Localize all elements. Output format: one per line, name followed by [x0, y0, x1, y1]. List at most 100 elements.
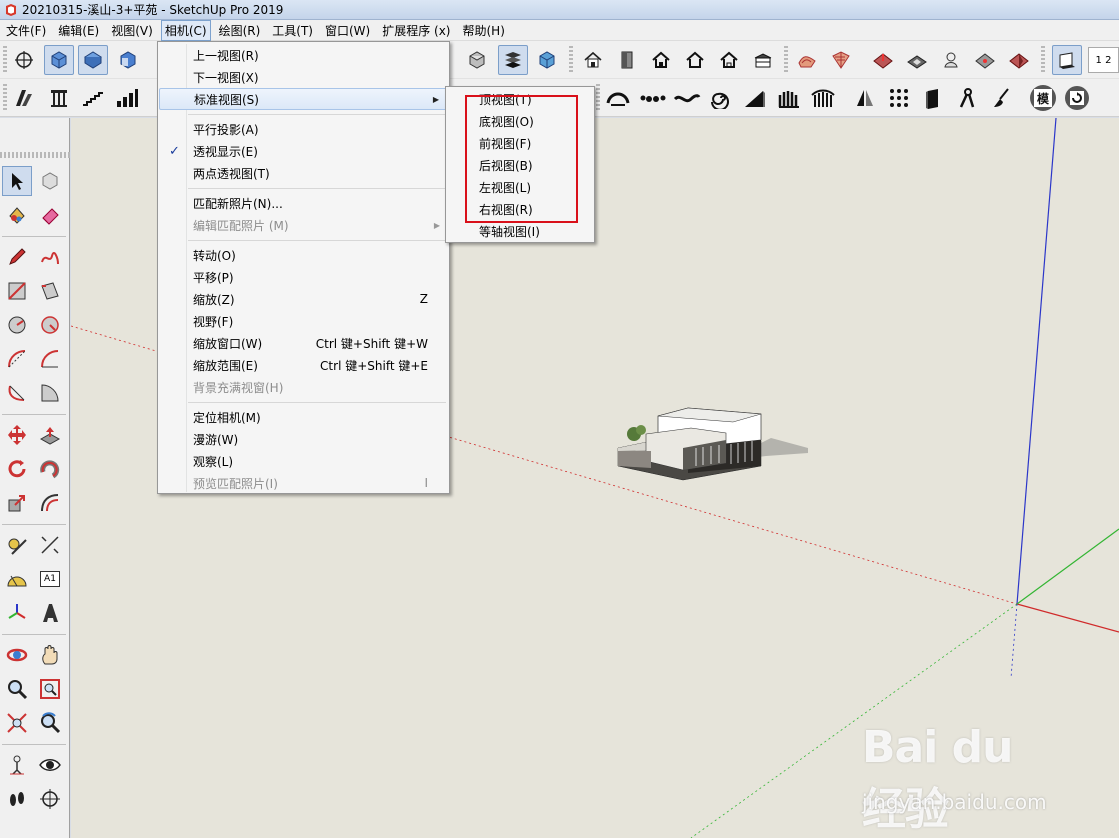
mirror-icon[interactable]	[850, 83, 880, 113]
zoom-extents-icon[interactable]	[2, 708, 32, 738]
toolbar-grip[interactable]	[3, 46, 7, 74]
panel-icon[interactable]	[918, 83, 948, 113]
house-icon[interactable]	[578, 45, 608, 75]
follow-me-icon[interactable]	[35, 454, 65, 484]
menu-item-next-view[interactable]: 下一视图(X)	[159, 66, 448, 88]
menu-item-zoom-to-photo[interactable]: 背景充满视窗(H)	[159, 376, 448, 398]
grid-icon[interactable]	[826, 45, 856, 75]
paint-bucket-icon[interactable]	[2, 200, 32, 230]
top-view-icon[interactable]	[78, 45, 108, 75]
cycle-icon[interactable]	[1062, 83, 1092, 113]
walk-icon[interactable]	[2, 784, 32, 814]
previous-icon[interactable]	[35, 708, 65, 738]
freehand-icon[interactable]	[35, 242, 65, 272]
component-icon[interactable]	[35, 166, 65, 196]
compass-icon[interactable]	[952, 83, 982, 113]
sandbox-icon[interactable]	[792, 45, 822, 75]
rotated-rect-icon[interactable]	[35, 276, 65, 306]
menu-file[interactable]: 文件(F)	[2, 20, 50, 41]
bars-icon[interactable]	[112, 83, 142, 113]
model-button[interactable]: 模	[1028, 83, 1058, 113]
orbit-icon[interactable]	[2, 640, 32, 670]
menu-tools[interactable]: 工具(T)	[268, 20, 317, 41]
menu-item-perspective[interactable]: ✓ 透视显示(E)	[159, 140, 448, 162]
pencil-icon[interactable]	[2, 242, 32, 272]
toolbar-grip[interactable]	[596, 84, 600, 112]
stamp-icon[interactable]	[902, 45, 932, 75]
menu-item-previous-view[interactable]: 上一视图(R)	[159, 44, 448, 66]
house-small-icon[interactable]	[680, 45, 710, 75]
arc-icon[interactable]	[2, 344, 32, 374]
scale-icon[interactable]	[2, 488, 32, 518]
shadow-icon[interactable]	[1004, 45, 1034, 75]
pie-icon[interactable]	[35, 378, 65, 408]
menu-help[interactable]: 帮助(H)	[458, 20, 508, 41]
page-tabs[interactable]: 1 2	[1088, 47, 1119, 73]
menu-item-zoom[interactable]: 缩放(Z) Z	[159, 288, 448, 310]
box-icon[interactable]	[462, 45, 492, 75]
menu-edit[interactable]: 编辑(E)	[54, 20, 103, 41]
menu-camera[interactable]: 相机(C)	[160, 19, 211, 41]
three-point-arc-icon[interactable]	[2, 378, 32, 408]
brush-icon[interactable]	[986, 83, 1016, 113]
menu-item-parallel-projection[interactable]: 平行投影(A)	[159, 118, 448, 140]
toolbar-grip[interactable]	[784, 46, 788, 74]
menu-draw[interactable]: 绘图(R)	[215, 20, 265, 41]
menu-item-pan[interactable]: 平移(P)	[159, 266, 448, 288]
axes-icon[interactable]	[2, 598, 32, 628]
house-icon[interactable]	[714, 45, 744, 75]
menu-item-preview-matched-photo[interactable]: 预览匹配照片(I) I	[159, 472, 448, 494]
rail-icon[interactable]	[808, 83, 838, 113]
position-camera-icon[interactable]	[2, 750, 32, 780]
front-view-icon[interactable]	[113, 45, 143, 75]
arc-icon[interactable]	[603, 83, 633, 113]
text-icon[interactable]: A1	[35, 564, 65, 594]
door-icon[interactable]	[612, 45, 642, 75]
menu-item-zoom-window[interactable]: 缩放窗口(W) Ctrl 键+Shift 键+W	[159, 332, 448, 354]
menu-item-zoom-extents[interactable]: 缩放范围(E) Ctrl 键+Shift 键+E	[159, 354, 448, 376]
menu-extensions[interactable]: 扩展程序 (x)	[378, 20, 454, 41]
orbit-origin-icon[interactable]	[9, 45, 39, 75]
menu-item-standard-views[interactable]: 标准视图(S) ▶	[159, 88, 448, 110]
menu-window[interactable]: 窗口(W)	[321, 20, 374, 41]
polygon-icon[interactable]	[35, 310, 65, 340]
push-pull-icon[interactable]	[35, 420, 65, 450]
cube-icon[interactable]	[532, 45, 562, 75]
menu-item-edit-matched-photo[interactable]: 编辑匹配照片 (M) ▶	[159, 214, 448, 236]
eraser-icon[interactable]	[35, 200, 65, 230]
tape-measure-icon[interactable]	[2, 530, 32, 560]
menu-item-field-of-view[interactable]: 视野(F)	[159, 310, 448, 332]
building-icon[interactable]	[748, 45, 778, 75]
toolbar-grip[interactable]	[0, 152, 70, 158]
menu-item-two-point-perspective[interactable]: 两点透视图(T)	[159, 162, 448, 184]
toolbar-grip[interactable]	[1041, 46, 1045, 74]
look-around-icon[interactable]	[35, 750, 65, 780]
section-plane-icon[interactable]	[35, 784, 65, 814]
terrain-icon[interactable]	[868, 45, 898, 75]
3d-text-icon[interactable]	[35, 598, 65, 628]
layers-icon[interactable]	[498, 45, 528, 75]
select-icon[interactable]	[2, 166, 32, 196]
rotate-icon[interactable]	[2, 454, 32, 484]
circle-icon[interactable]	[2, 310, 32, 340]
menu-item-match-new-photo[interactable]: 匹配新照片(N)...	[159, 192, 448, 214]
menu-item-walk[interactable]: 漫游(W)	[159, 428, 448, 450]
house-outline-icon[interactable]	[646, 45, 676, 75]
menu-item-orbit[interactable]: 转动(O)	[159, 244, 448, 266]
toolbar-grip[interactable]	[3, 84, 7, 112]
offset-icon[interactable]	[35, 488, 65, 518]
stairs-icon[interactable]	[9, 83, 39, 113]
two-point-arc-icon[interactable]	[35, 344, 65, 374]
slope-icon[interactable]	[740, 83, 770, 113]
comb-icon[interactable]	[774, 83, 804, 113]
zoom-window-icon[interactable]	[35, 674, 65, 704]
pan-icon[interactable]	[35, 640, 65, 670]
drape-icon[interactable]	[936, 45, 966, 75]
zoom-icon[interactable]	[2, 674, 32, 704]
rectangle-icon[interactable]	[2, 276, 32, 306]
menu-view[interactable]: 视图(V)	[107, 20, 157, 41]
dots-icon[interactable]	[638, 83, 668, 113]
wave-icon[interactable]	[672, 83, 702, 113]
shadow-toggle-icon[interactable]	[1052, 45, 1082, 75]
dimension-icon[interactable]	[35, 530, 65, 560]
